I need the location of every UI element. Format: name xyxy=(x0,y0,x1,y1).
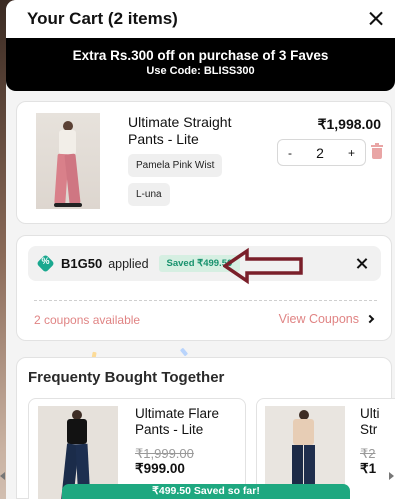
fbt-original-price: ₹1,999.00 xyxy=(135,446,194,461)
coupons-available-text: 2 coupons available xyxy=(34,313,141,327)
cart-item-card: Ultimate Straight Pants - Lite ₹1,998.00… xyxy=(16,101,392,224)
applied-coupon-row: B1G50 applied Saved ₹499.50 xyxy=(28,246,381,281)
scroll-right-icon[interactable] xyxy=(389,472,394,480)
quantity-stepper: - 2 + xyxy=(277,139,366,166)
decrease-quantity-button[interactable]: - xyxy=(288,146,292,160)
fbt-product-name[interactable]: Ultimate Flare Pants - Lite xyxy=(135,406,235,438)
view-coupons-label: View Coupons xyxy=(278,312,359,326)
fbt-title: Frequenty Bought Together xyxy=(28,369,225,386)
color-variant-chip: Pamela Pink Wist xyxy=(128,154,223,177)
coupon-applied-label: applied xyxy=(108,256,149,271)
annotation-arrow-icon xyxy=(223,247,303,285)
trash-icon[interactable] xyxy=(371,143,383,159)
coupon-divider xyxy=(34,300,377,301)
product-name[interactable]: Ultimate Straight Pants - Lite xyxy=(128,114,258,148)
view-coupons-link[interactable]: View Coupons xyxy=(278,312,375,326)
cart-drawer: Your Cart (2 items) Extra Rs.300 off on … xyxy=(6,0,395,499)
product-image[interactable] xyxy=(36,113,100,209)
quantity-value: 2 xyxy=(316,144,324,161)
promo-headline: Extra Rs.300 off on purchase of 3 Faves xyxy=(72,48,329,63)
fbt-original-price: ₹2 xyxy=(360,446,376,461)
close-icon[interactable] xyxy=(367,10,385,28)
remove-coupon-icon[interactable] xyxy=(356,257,369,270)
coupon-badge-icon xyxy=(39,256,52,270)
scroll-left-icon[interactable] xyxy=(0,472,5,480)
savings-banner: ₹499.50 Saved so far! xyxy=(62,484,350,499)
horizontal-scrollbar[interactable] xyxy=(0,470,395,480)
chevron-right-icon xyxy=(365,314,375,324)
cart-title: Your Cart (2 items) xyxy=(27,9,178,28)
coupon-card: B1G50 applied Saved ₹499.50 2 coupons av… xyxy=(16,235,392,341)
cart-header: Your Cart (2 items) xyxy=(6,0,395,38)
coupon-code: B1G50 xyxy=(61,256,103,271)
promo-code-text: Use Code: BLISS300 xyxy=(146,65,255,77)
size-variant-chip: L-una xyxy=(128,183,170,206)
fbt-product-name[interactable]: Ulti Str xyxy=(360,406,380,438)
increase-quantity-button[interactable]: + xyxy=(348,146,355,160)
product-price: ₹1,998.00 xyxy=(317,116,381,132)
promo-banner: Extra Rs.300 off on purchase of 3 Faves … xyxy=(6,38,395,91)
